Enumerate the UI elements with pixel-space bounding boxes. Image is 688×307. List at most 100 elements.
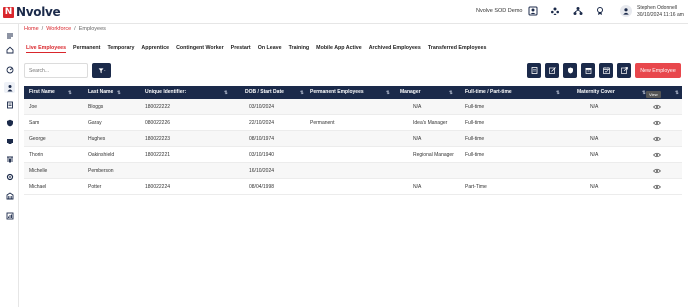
home-icon[interactable] bbox=[4, 44, 15, 55]
breadcrumb-separator: / bbox=[74, 26, 76, 32]
logo[interactable]: N Nvolve bbox=[3, 5, 61, 19]
employee-tabs: Live Employees Permanent Temporary Appre… bbox=[26, 45, 486, 53]
edit-button[interactable] bbox=[545, 63, 559, 78]
user-name: Stephen Odonnell bbox=[637, 5, 678, 11]
menu-toggle-icon[interactable] bbox=[4, 30, 15, 41]
cell-last-name: Bloggs bbox=[88, 104, 104, 110]
view-eye-icon[interactable] bbox=[653, 120, 661, 126]
column-header-manager[interactable]: Manager bbox=[400, 86, 421, 99]
breadcrumb-workforce[interactable]: Workforce bbox=[46, 26, 71, 32]
table-row[interactable]: Joe Bloggs 180022222 03/10/2024 N/A Full… bbox=[24, 99, 682, 115]
view-eye-icon[interactable] bbox=[653, 168, 661, 174]
cell-manager: N/A bbox=[413, 136, 422, 142]
sort-icon[interactable]: ⇅ bbox=[117, 86, 121, 99]
tab-transferred-employees[interactable]: Transferred Employees bbox=[428, 45, 487, 53]
cell-first-name: Joe bbox=[29, 104, 38, 110]
shield-button[interactable] bbox=[563, 63, 577, 78]
edit-icon bbox=[548, 67, 556, 74]
view-eye-icon[interactable] bbox=[653, 104, 661, 110]
new-employee-button[interactable]: New Employee bbox=[635, 63, 681, 78]
cell-unique-identifier: 180022224 bbox=[145, 184, 171, 190]
filter-button[interactable] bbox=[92, 63, 111, 78]
column-header-last-name[interactable]: Last Name bbox=[88, 86, 113, 99]
tab-live-employees[interactable]: Live Employees bbox=[26, 45, 67, 53]
org-chart-icon[interactable] bbox=[572, 5, 584, 17]
cell-permanent-employees: Permanent bbox=[310, 120, 335, 126]
column-header-dob-start-date[interactable]: DOB / Start Date bbox=[245, 86, 284, 99]
open-external-button[interactable] bbox=[617, 63, 631, 78]
sort-icon[interactable]: ⇅ bbox=[449, 86, 453, 99]
tab-permanent[interactable]: Permanent bbox=[73, 45, 100, 53]
tab-on-leave[interactable]: On Leave bbox=[258, 45, 282, 53]
view-tooltip: View bbox=[646, 91, 661, 98]
tab-archived-employees[interactable]: Archived Employees bbox=[369, 45, 421, 53]
shield-icon[interactable] bbox=[4, 117, 15, 128]
table-header: First Name ⇅ Last Name ⇅ Unique Identifi… bbox=[24, 86, 682, 99]
reports-icon[interactable] bbox=[4, 153, 15, 164]
notifications-icon[interactable] bbox=[594, 5, 606, 17]
building-icon[interactable] bbox=[4, 190, 15, 201]
tab-training[interactable]: Training bbox=[289, 45, 310, 53]
top-bar: N Nvolve Nvolve SOD Demo Stephen Odonnel… bbox=[0, 0, 688, 24]
documents-icon[interactable] bbox=[4, 99, 15, 110]
view-eye-icon[interactable] bbox=[653, 136, 661, 142]
table-row[interactable]: Michelle Pemberson 16/10/2024 bbox=[24, 163, 682, 179]
cell-manager: N/A bbox=[413, 104, 422, 110]
sort-icon[interactable]: ⇅ bbox=[68, 86, 72, 99]
cell-manager: N/A bbox=[413, 184, 422, 190]
cell-maternity-cover: N/A bbox=[590, 104, 599, 110]
column-header-permanent-employees[interactable]: Permanent Employees bbox=[310, 86, 364, 99]
table-row[interactable]: George Hughes 180022223 08/10/1974 N/A F… bbox=[24, 131, 682, 147]
employees-icon[interactable] bbox=[4, 82, 15, 93]
sort-icon[interactable]: ⇅ bbox=[224, 86, 228, 99]
view-eye-icon[interactable] bbox=[653, 152, 661, 158]
cell-full-part-time: Full-time bbox=[465, 152, 485, 158]
team-icon[interactable] bbox=[549, 5, 561, 17]
contacts-icon[interactable] bbox=[527, 5, 539, 17]
table-body: Joe Bloggs 180022222 03/10/2024 N/A Full… bbox=[24, 99, 682, 195]
cell-full-part-time: Part-Time bbox=[465, 184, 487, 190]
tab-prestart[interactable]: Prestart bbox=[231, 45, 251, 53]
logo-text: Nvolve bbox=[16, 5, 61, 19]
document-icon bbox=[531, 67, 537, 74]
training-icon[interactable] bbox=[4, 135, 15, 146]
tenant-name[interactable]: Nvolve SOD Demo bbox=[476, 8, 522, 14]
tab-temporary[interactable]: Temporary bbox=[107, 45, 134, 53]
cell-manager: Idea's Manager bbox=[413, 120, 448, 126]
analytics-icon[interactable] bbox=[4, 210, 15, 221]
column-header-full-part-time[interactable]: Full-time / Part-time bbox=[465, 86, 512, 99]
user-avatar[interactable] bbox=[620, 5, 632, 17]
calendar-button[interactable] bbox=[599, 63, 613, 78]
sort-icon[interactable]: ⇅ bbox=[300, 86, 304, 99]
filter-icon bbox=[98, 67, 105, 73]
table-row[interactable]: Sam Garay 080022226 22/10/2024 Permanent… bbox=[24, 115, 682, 131]
cell-last-name: Potter bbox=[88, 184, 102, 190]
archive-icon bbox=[585, 68, 591, 74]
cell-last-name: Hughes bbox=[88, 136, 106, 142]
user-info[interactable]: Stephen Odonnell 30/10/2024 11:16 am bbox=[637, 5, 684, 19]
column-header-first-name[interactable]: First Name bbox=[29, 86, 55, 99]
cell-maternity-cover: N/A bbox=[590, 152, 599, 158]
view-eye-icon[interactable] bbox=[653, 184, 661, 190]
tab-apprentice[interactable]: Apprentice bbox=[141, 45, 169, 53]
column-header-maternity-cover[interactable]: Maternity Cover bbox=[577, 86, 615, 99]
cell-unique-identifier: 180022223 bbox=[145, 136, 171, 142]
shield-icon bbox=[567, 67, 573, 74]
tab-mobile-app-active[interactable]: Mobile App Active bbox=[316, 45, 362, 53]
cell-first-name: George bbox=[29, 136, 46, 142]
sort-icon[interactable]: ⇅ bbox=[556, 86, 560, 99]
tab-contingent-worker[interactable]: Contingent Worker bbox=[176, 45, 224, 53]
breadcrumb-home[interactable]: Home bbox=[24, 26, 39, 32]
column-header-unique-identifier[interactable]: Unique Identifier: bbox=[145, 86, 186, 99]
sort-icon[interactable]: ⇅ bbox=[386, 86, 390, 99]
dashboard-icon[interactable] bbox=[4, 64, 15, 75]
archive-button[interactable] bbox=[581, 63, 595, 78]
search-input[interactable] bbox=[24, 63, 88, 78]
table-row[interactable]: Thorin Oakinshield 180022221 03/10/1940 … bbox=[24, 147, 682, 163]
cell-dob-start-date: 03/10/1940 bbox=[249, 152, 275, 158]
cell-dob-start-date: 22/10/2024 bbox=[249, 120, 275, 126]
table-row[interactable]: Michael Potter 180022224 08/04/1998 N/A … bbox=[24, 179, 682, 195]
sort-icon[interactable]: ⇅ bbox=[675, 86, 679, 99]
export-button[interactable] bbox=[527, 63, 541, 78]
settings-icon[interactable] bbox=[4, 171, 15, 182]
